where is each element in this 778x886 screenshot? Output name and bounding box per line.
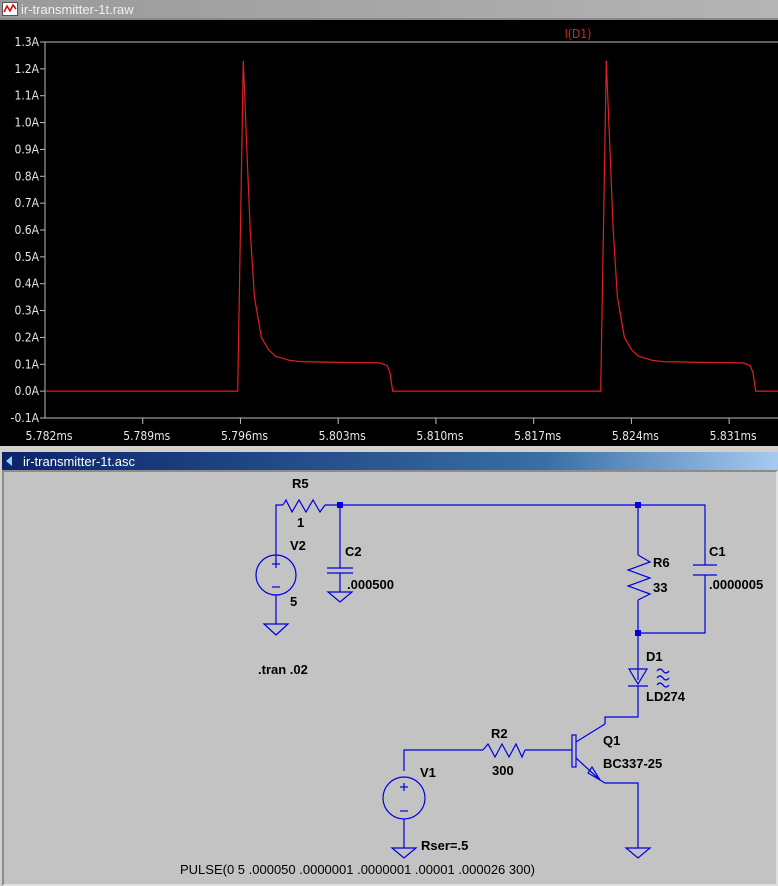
r2-value: 300 bbox=[492, 763, 514, 778]
r5-name: R5 bbox=[292, 476, 309, 491]
c2-value: .000500 bbox=[347, 577, 394, 592]
d1-value: LD274 bbox=[646, 689, 686, 704]
q1-value: BC337-25 bbox=[603, 756, 662, 771]
voltage-source-v1[interactable] bbox=[382, 776, 426, 820]
v1-rser: Rser=.5 bbox=[421, 838, 468, 853]
tran-directive[interactable]: .tran .02 bbox=[258, 662, 308, 677]
r5-value: 1 bbox=[297, 515, 304, 530]
v2-name: V2 bbox=[290, 538, 306, 553]
c1-value: .0000005 bbox=[709, 577, 763, 592]
c2-name: C2 bbox=[345, 544, 362, 559]
q1-name: Q1 bbox=[603, 733, 620, 748]
capacitor-c2[interactable] bbox=[327, 567, 353, 574]
v2-value: 5 bbox=[290, 594, 297, 609]
r2-name: R2 bbox=[491, 726, 508, 741]
led-d1[interactable] bbox=[627, 668, 670, 688]
ground-icon bbox=[326, 591, 354, 603]
ground-icon bbox=[262, 623, 290, 636]
schematic-canvas[interactable]: R5 1 V2 5 C2 .000500 .tran .02 R6 33 C1 … bbox=[2, 470, 778, 886]
v1-pulse-spec[interactable]: PULSE(0 5 .000050 .0000001 .0000001 .000… bbox=[180, 862, 535, 877]
ground-icon bbox=[624, 847, 652, 859]
r6-value: 33 bbox=[653, 580, 667, 595]
voltage-source-v2[interactable] bbox=[255, 554, 297, 596]
transistor-q1[interactable] bbox=[571, 723, 606, 781]
junction-dots bbox=[337, 502, 641, 636]
c1-name: C1 bbox=[709, 544, 726, 559]
r6-name: R6 bbox=[653, 555, 670, 570]
capacitor-c1[interactable] bbox=[693, 564, 717, 576]
resistor-r5[interactable] bbox=[282, 498, 326, 514]
d1-name: D1 bbox=[646, 649, 663, 664]
v1-name: V1 bbox=[420, 765, 436, 780]
resistor-r6[interactable] bbox=[626, 554, 652, 601]
ground-icon bbox=[390, 847, 418, 859]
resistor-r2[interactable] bbox=[482, 742, 526, 759]
